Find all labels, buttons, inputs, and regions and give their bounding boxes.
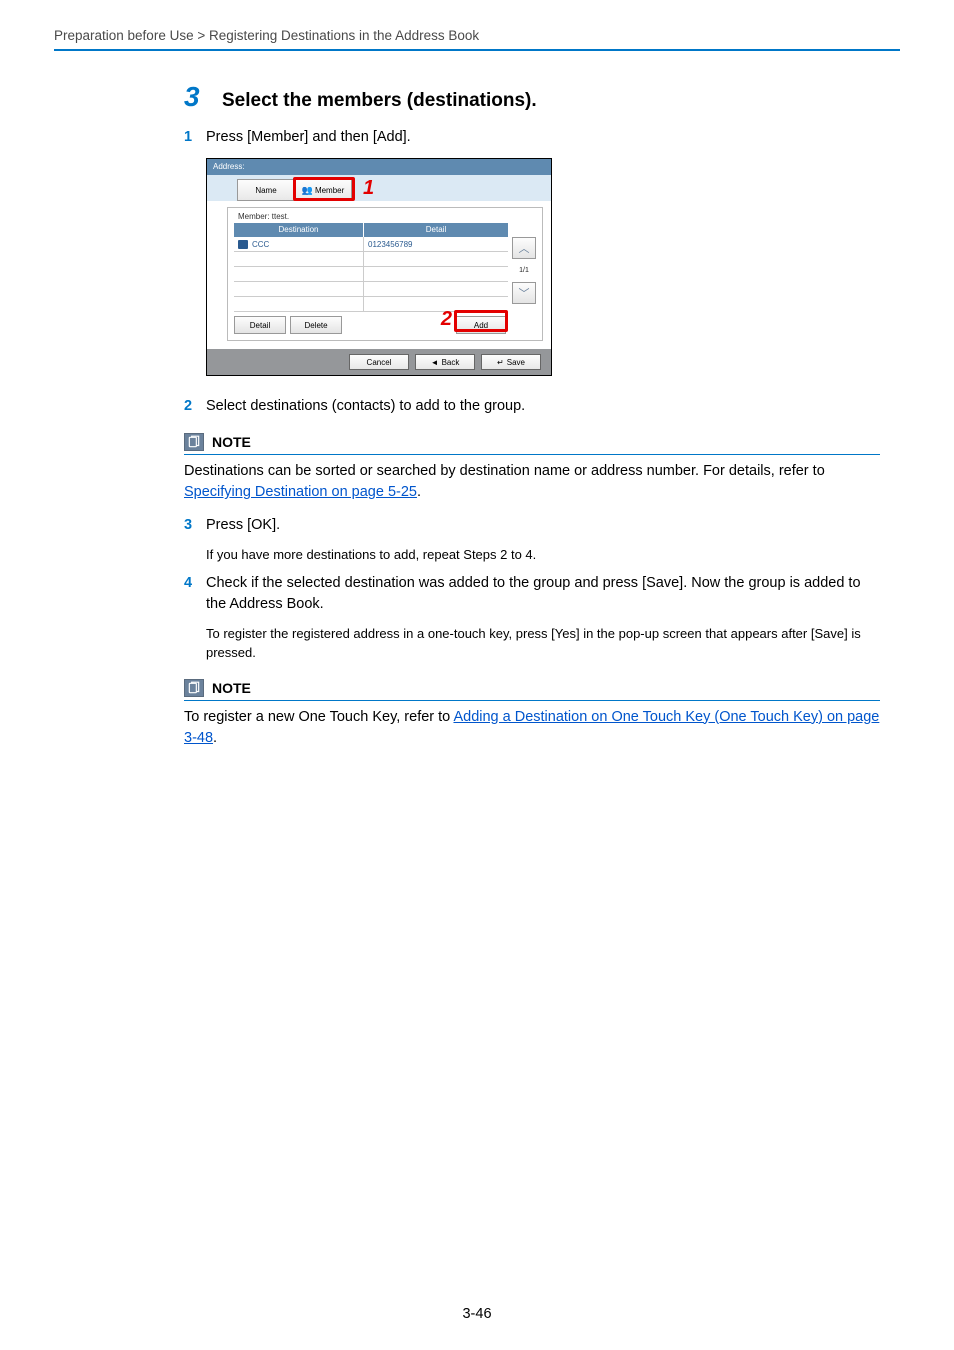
header-rule — [54, 49, 900, 51]
substep-4-extra: To register the registered address in a … — [206, 625, 880, 663]
table-row[interactable]: CCC 0123456789 — [234, 237, 508, 252]
substep-text: Check if the selected destination was ad… — [206, 573, 880, 615]
cancel-button[interactable]: Cancel — [349, 354, 409, 370]
note-1: NOTE Destinations can be sorted or searc… — [184, 433, 880, 503]
members-table: CCC 0123456789 — [234, 237, 508, 312]
delete-button[interactable]: Delete — [290, 316, 342, 334]
substep-4: 4 Check if the selected destination was … — [184, 573, 880, 615]
callout-1: 1 — [363, 177, 374, 200]
note-icon — [184, 433, 204, 451]
note-icon — [184, 679, 204, 697]
step-title: Select the members (destinations). — [222, 90, 537, 112]
screenshot: Address: Name 👥Member 1 Member: ttest. — [206, 158, 880, 376]
highlight-1 — [293, 177, 355, 201]
substep-1: 1 Press [Member] and then [Add]. — [184, 127, 880, 148]
substep-num: 4 — [184, 573, 206, 615]
note-2: NOTE To register a new One Touch Key, re… — [184, 679, 880, 749]
substep-3-extra: If you have more destinations to add, re… — [206, 546, 880, 565]
substep-num: 2 — [184, 396, 206, 417]
highlight-2 — [454, 310, 508, 332]
substep-text: Press [Member] and then [Add]. — [206, 127, 880, 148]
cell-destination: CCC — [252, 240, 269, 249]
page-number: 3-46 — [0, 1306, 954, 1322]
detail-button[interactable]: Detail — [234, 316, 286, 334]
substep-text: Select destinations (contacts) to add to… — [206, 396, 880, 417]
note-body: To register a new One Touch Key, refer t… — [184, 707, 880, 749]
breadcrumb: Preparation before Use > Registering Des… — [54, 28, 900, 49]
note-label: NOTE — [212, 680, 251, 696]
substep-text: Press [OK]. — [206, 515, 880, 536]
scroll-up-button[interactable]: ︿ — [512, 237, 536, 259]
member-subheader: Member: ttest. — [234, 210, 536, 223]
save-button[interactable]: ↵Save — [481, 354, 541, 370]
fax-icon — [238, 240, 248, 249]
page-indicator: 1/1 — [512, 263, 536, 278]
substep-num: 3 — [184, 515, 206, 536]
col-destination: Destination — [234, 223, 364, 237]
note-label: NOTE — [212, 434, 251, 450]
substep-2: 2 Select destinations (contacts) to add … — [184, 396, 880, 417]
window-title: Address: — [207, 159, 551, 175]
col-detail: Detail — [364, 223, 508, 237]
cell-detail: 0123456789 — [364, 237, 508, 251]
enter-icon: ↵ — [497, 358, 504, 367]
substep-num: 1 — [184, 127, 206, 148]
callout-2: 2 — [441, 308, 452, 331]
substep-3: 3 Press [OK]. — [184, 515, 880, 536]
back-button[interactable]: ◄Back — [415, 354, 475, 370]
scroll-down-button[interactable]: ﹀ — [512, 282, 536, 304]
link-specifying-destination[interactable]: Specifying Destination on page 5-25 — [184, 484, 417, 500]
note-body: Destinations can be sorted or searched b… — [184, 461, 880, 503]
tab-name[interactable]: Name — [237, 179, 295, 201]
step-number: 3 — [184, 81, 222, 113]
